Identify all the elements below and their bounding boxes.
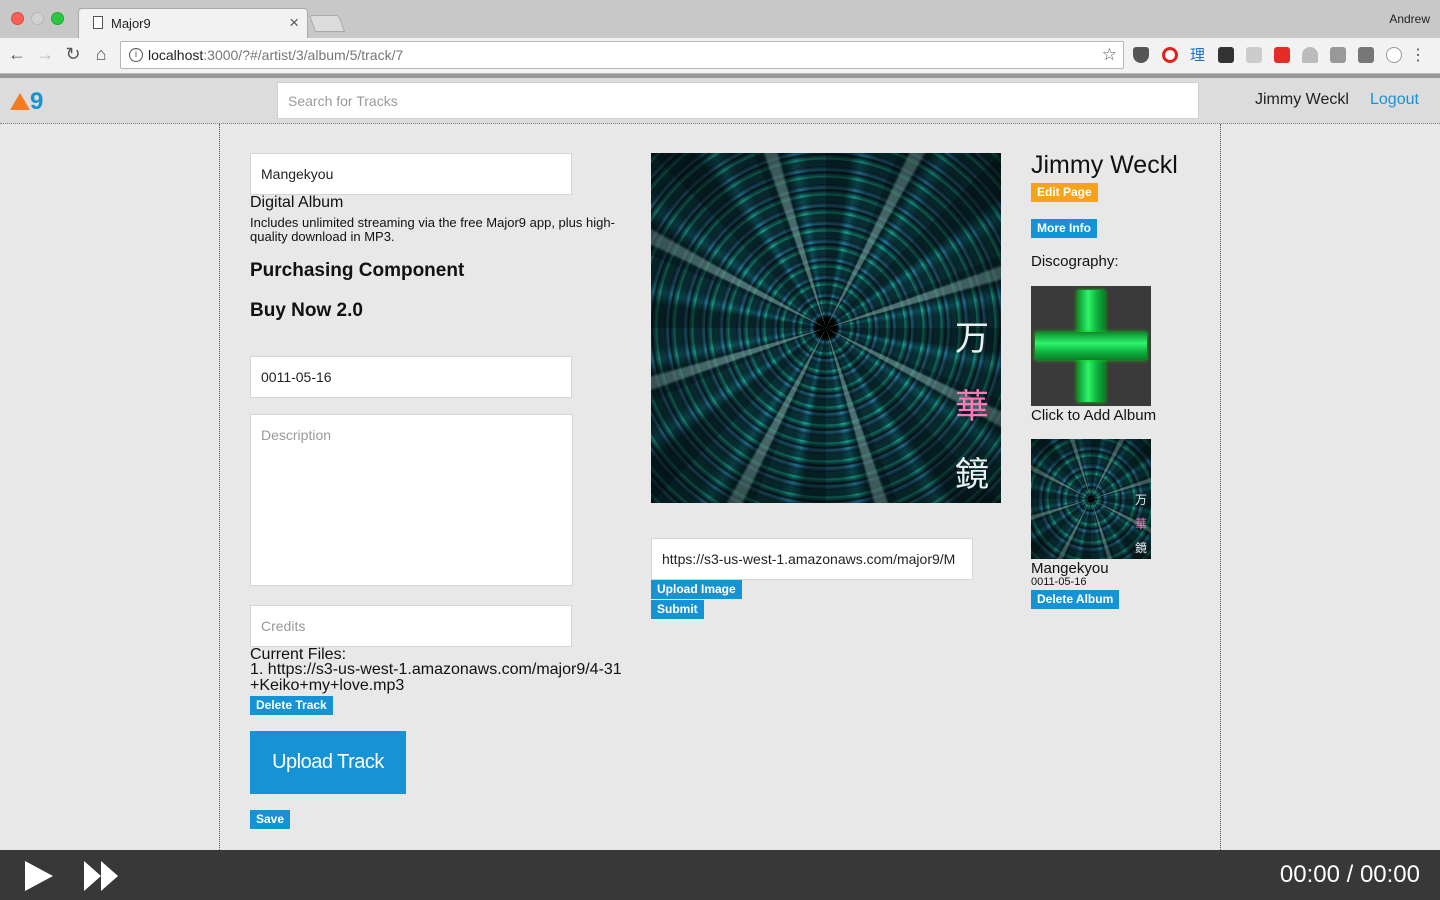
browser-tab[interactable]: Major9 × — [78, 8, 308, 38]
edit-page-button[interactable]: Edit Page — [1031, 183, 1098, 202]
browser-tab-bar: Major9 × Andrew — [0, 0, 1440, 38]
track-search-input[interactable] — [277, 82, 1199, 119]
delete-album-button[interactable]: Delete Album — [1031, 590, 1120, 609]
fast-forward-icon[interactable] — [84, 861, 120, 891]
major9-logo[interactable]: 9 — [10, 88, 43, 116]
app-header: 9 Jimmy Weckl Logout — [0, 78, 1440, 124]
url-text: localhost:3000/?#/artist/3/album/5/track… — [148, 47, 404, 63]
close-window-button[interactable] — [11, 12, 24, 25]
current-file-item: 1. https://s3-us-west-1.amazonaws.com/ma… — [250, 661, 622, 694]
site-info-icon[interactable]: i — [129, 48, 143, 62]
add-album-tile[interactable] — [1031, 286, 1151, 406]
album-cover-image: 万 華 鏡 — [651, 153, 1001, 503]
new-tab-button[interactable] — [308, 15, 346, 32]
play-icon[interactable] — [25, 861, 53, 891]
upload-image-button[interactable]: Upload Image — [651, 580, 742, 599]
minimize-window-button[interactable] — [31, 12, 44, 25]
home-icon[interactable]: ⌂ — [90, 44, 112, 65]
logo-triangle-icon — [10, 93, 30, 110]
tab-title: Major9 — [111, 16, 151, 31]
drive-icon[interactable] — [1302, 47, 1318, 63]
purchasing-heading: Purchasing Component — [250, 260, 465, 281]
album-date: 0011-05-16 — [1031, 576, 1087, 588]
format-description: Includes unlimited streaming via the fre… — [250, 215, 615, 244]
browser-toolbar: ← → ↻ ⌂ i localhost:3000/?#/artist/3/alb… — [0, 38, 1440, 74]
back-arrow-icon[interactable]: ← — [6, 44, 28, 65]
album-title-input[interactable] — [250, 153, 572, 195]
ghostery-icon[interactable] — [1218, 47, 1234, 63]
reload-icon[interactable]: ↻ — [62, 44, 84, 65]
add-album-label[interactable]: Click to Add Album — [1031, 407, 1156, 424]
video-speed-icon[interactable] — [1274, 47, 1290, 63]
address-bar[interactable]: i localhost:3000/?#/artist/3/album/5/tra… — [120, 41, 1124, 69]
artist-name: Jimmy Weckl — [1031, 151, 1178, 179]
off-toggle-icon[interactable] — [1358, 47, 1374, 63]
submit-button[interactable]: Submit — [651, 600, 704, 619]
page-icon — [93, 16, 103, 29]
logout-link[interactable]: Logout — [1370, 91, 1419, 109]
header-user-name[interactable]: Jimmy Weckl — [1255, 91, 1349, 109]
discography-label: Discography: — [1031, 253, 1119, 270]
pocket-icon[interactable] — [1133, 47, 1149, 63]
rss-icon[interactable] — [1246, 47, 1262, 63]
release-date-input[interactable] — [250, 356, 572, 398]
album-title[interactable]: Mangekyou — [1031, 560, 1109, 577]
playback-time: 00:00 / 00:00 — [1279, 861, 1420, 888]
close-tab-icon[interactable]: × — [289, 13, 299, 33]
delete-track-button[interactable]: Delete Track — [250, 696, 333, 715]
save-button[interactable]: Save — [250, 810, 291, 829]
puzzle-extension-icon[interactable] — [1330, 47, 1346, 63]
clock-extension-icon[interactable] — [1386, 47, 1402, 63]
audio-player-bar: 00:00 / 00:00 — [0, 850, 1440, 900]
forward-arrow-icon[interactable]: → — [34, 44, 56, 65]
bookmark-star-icon[interactable]: ☆ — [1102, 45, 1117, 65]
opera-icon[interactable] — [1162, 47, 1178, 63]
upload-track-button[interactable]: Upload Track — [250, 731, 406, 794]
more-info-button[interactable]: More Info — [1031, 219, 1097, 238]
buy-now-heading: Buy Now 2.0 — [250, 300, 363, 321]
maximize-window-button[interactable] — [51, 12, 64, 25]
browser-profile-name[interactable]: Andrew — [1389, 12, 1430, 26]
image-url-input[interactable] — [651, 538, 973, 580]
rikaikun-icon[interactable]: 理 — [1190, 44, 1206, 64]
format-label: Digital Album — [250, 194, 344, 211]
description-textarea[interactable] — [250, 414, 573, 586]
browser-menu-icon[interactable]: ⋮ — [1410, 45, 1426, 65]
album-thumbnail[interactable]: 万 華 鏡 — [1031, 439, 1151, 559]
credits-input[interactable] — [250, 605, 572, 647]
